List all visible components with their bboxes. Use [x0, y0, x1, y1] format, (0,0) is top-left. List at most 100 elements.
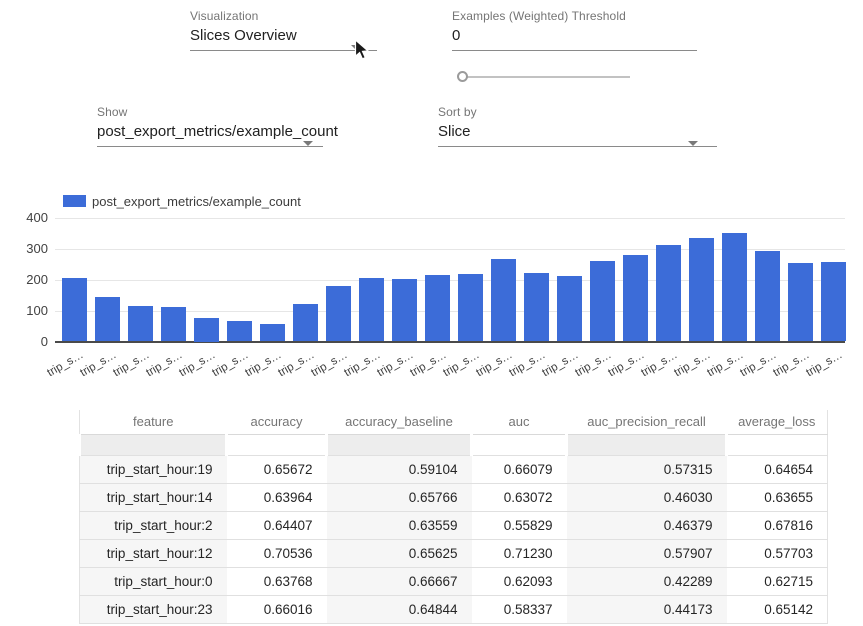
column-header-auc[interactable]: auc	[472, 410, 567, 434]
metric-cell: 0.65766	[327, 483, 472, 511]
table-filter-row	[80, 434, 828, 455]
y-gridline	[55, 218, 845, 219]
x-axis-label: trip_s…	[145, 349, 185, 379]
x-axis-label: trip_s…	[277, 349, 317, 379]
chart-bar[interactable]	[689, 238, 714, 342]
chart-bar[interactable]	[359, 278, 384, 342]
chart-bar[interactable]	[128, 306, 153, 342]
metric-cell: 0.57315	[567, 455, 727, 483]
chart-bar[interactable]	[293, 304, 318, 342]
chart-bar[interactable]	[62, 278, 87, 341]
chart-bar[interactable]	[227, 321, 252, 341]
metric-cell: 0.66016	[227, 595, 327, 623]
chart-bar[interactable]	[491, 259, 516, 341]
metric-cell: 0.65672	[227, 455, 327, 483]
metric-cell: 0.55829	[472, 511, 567, 539]
y-axis-tick: 0	[18, 334, 48, 349]
x-axis-label: trip_s…	[178, 349, 218, 379]
x-axis-label: trip_s…	[739, 349, 779, 379]
x-axis-label: trip_s…	[805, 349, 845, 379]
metric-cell: 0.67816	[727, 511, 828, 539]
filter-cell-average_loss	[727, 434, 828, 455]
chart-bar[interactable]	[821, 262, 846, 342]
table-row: trip_start_hour:20.644070.635590.558290.…	[80, 511, 828, 539]
x-axis-label: trip_s…	[508, 349, 548, 379]
metric-cell: 0.65625	[327, 539, 472, 567]
metric-cell: 0.62715	[727, 567, 828, 595]
metric-cell: 0.64407	[227, 511, 327, 539]
metric-cell: 0.63964	[227, 483, 327, 511]
feature-cell: trip_start_hour:23	[80, 595, 227, 623]
column-header-feature[interactable]: feature	[80, 410, 227, 434]
metric-cell: 0.57703	[727, 539, 828, 567]
metric-cell: 0.46379	[567, 511, 727, 539]
x-axis-label: trip_s…	[442, 349, 482, 379]
table-row: trip_start_hour:140.639640.657660.630720…	[80, 483, 828, 511]
feature-cell: trip_start_hour:14	[80, 483, 227, 511]
metric-cell: 0.57907	[567, 539, 727, 567]
chart-bar[interactable]	[524, 273, 549, 342]
filter-cell-auc_precision_recall	[567, 434, 727, 455]
x-axis-label: trip_s…	[574, 349, 614, 379]
metric-cell: 0.66079	[472, 455, 567, 483]
chart-bar[interactable]	[425, 275, 450, 341]
metric-cell: 0.66667	[327, 567, 472, 595]
column-header-auc_precision_recall[interactable]: auc_precision_recall	[567, 410, 727, 434]
filter-cell-feature	[80, 434, 227, 455]
x-axis-label: trip_s…	[211, 349, 251, 379]
chart-bar[interactable]	[194, 318, 219, 341]
chart-bar[interactable]	[722, 233, 747, 342]
chart-bar[interactable]	[95, 297, 120, 341]
metric-cell: 0.63072	[472, 483, 567, 511]
chart-bar[interactable]	[458, 274, 483, 342]
x-axis-label: trip_s…	[607, 349, 647, 379]
column-header-accuracy[interactable]: accuracy	[227, 410, 327, 434]
x-axis-label: trip_s…	[343, 349, 383, 379]
x-axis-label: trip_s…	[541, 349, 581, 379]
y-axis-tick: 200	[18, 272, 48, 287]
chart-bar[interactable]	[392, 279, 417, 342]
x-axis-label: trip_s…	[310, 349, 350, 379]
chart-bar[interactable]	[755, 251, 780, 341]
metric-cell: 0.64654	[727, 455, 828, 483]
metrics-table-header: featureaccuracyaccuracy_baselineaucauc_p…	[80, 410, 828, 455]
y-axis-tick: 100	[18, 303, 48, 318]
chart-bar[interactable]	[623, 255, 648, 341]
x-axis-label: trip_s…	[706, 349, 746, 379]
metric-cell: 0.44173	[567, 595, 727, 623]
table-row: trip_start_hour:230.660160.648440.583370…	[80, 595, 828, 623]
x-axis-label: trip_s…	[409, 349, 449, 379]
metric-cell: 0.64844	[327, 595, 472, 623]
mouse-cursor-icon	[354, 39, 372, 63]
y-axis-tick: 400	[18, 210, 48, 225]
feature-cell: trip_start_hour:0	[80, 567, 227, 595]
chart-bar[interactable]	[590, 261, 615, 342]
chart-bar[interactable]	[260, 324, 285, 342]
y-axis-tick: 300	[18, 241, 48, 256]
column-header-accuracy_baseline[interactable]: accuracy_baseline	[327, 410, 472, 434]
metric-cell: 0.42289	[567, 567, 727, 595]
feature-cell: trip_start_hour:12	[80, 539, 227, 567]
chart-bar[interactable]	[788, 263, 813, 341]
tfma-slicing-metrics-browser: Visualization Slices Overview Examples (…	[0, 0, 863, 626]
table-row: trip_start_hour:00.637680.666670.620930.…	[80, 567, 828, 595]
metric-cell: 0.63768	[227, 567, 327, 595]
chart-bar[interactable]	[326, 286, 351, 342]
x-axis-label: trip_s…	[640, 349, 680, 379]
x-axis-label: trip_s…	[244, 349, 284, 379]
metric-cell: 0.70536	[227, 539, 327, 567]
x-axis-label: trip_s…	[475, 349, 515, 379]
x-axis-label: trip_s…	[772, 349, 812, 379]
column-header-average_loss[interactable]: average_loss	[727, 410, 828, 434]
table-row: trip_start_hour:190.656720.591040.660790…	[80, 455, 828, 483]
metric-cell: 0.59104	[327, 455, 472, 483]
filter-cell-accuracy_baseline	[327, 434, 472, 455]
chart-bar[interactable]	[557, 276, 582, 341]
chart-bar[interactable]	[161, 307, 186, 342]
metric-cell: 0.58337	[472, 595, 567, 623]
table-header-row: featureaccuracyaccuracy_baselineaucauc_p…	[80, 410, 828, 434]
filter-cell-accuracy	[227, 434, 327, 455]
metric-cell: 0.65142	[727, 595, 828, 623]
chart-bar[interactable]	[656, 245, 681, 342]
filter-cell-auc	[472, 434, 567, 455]
